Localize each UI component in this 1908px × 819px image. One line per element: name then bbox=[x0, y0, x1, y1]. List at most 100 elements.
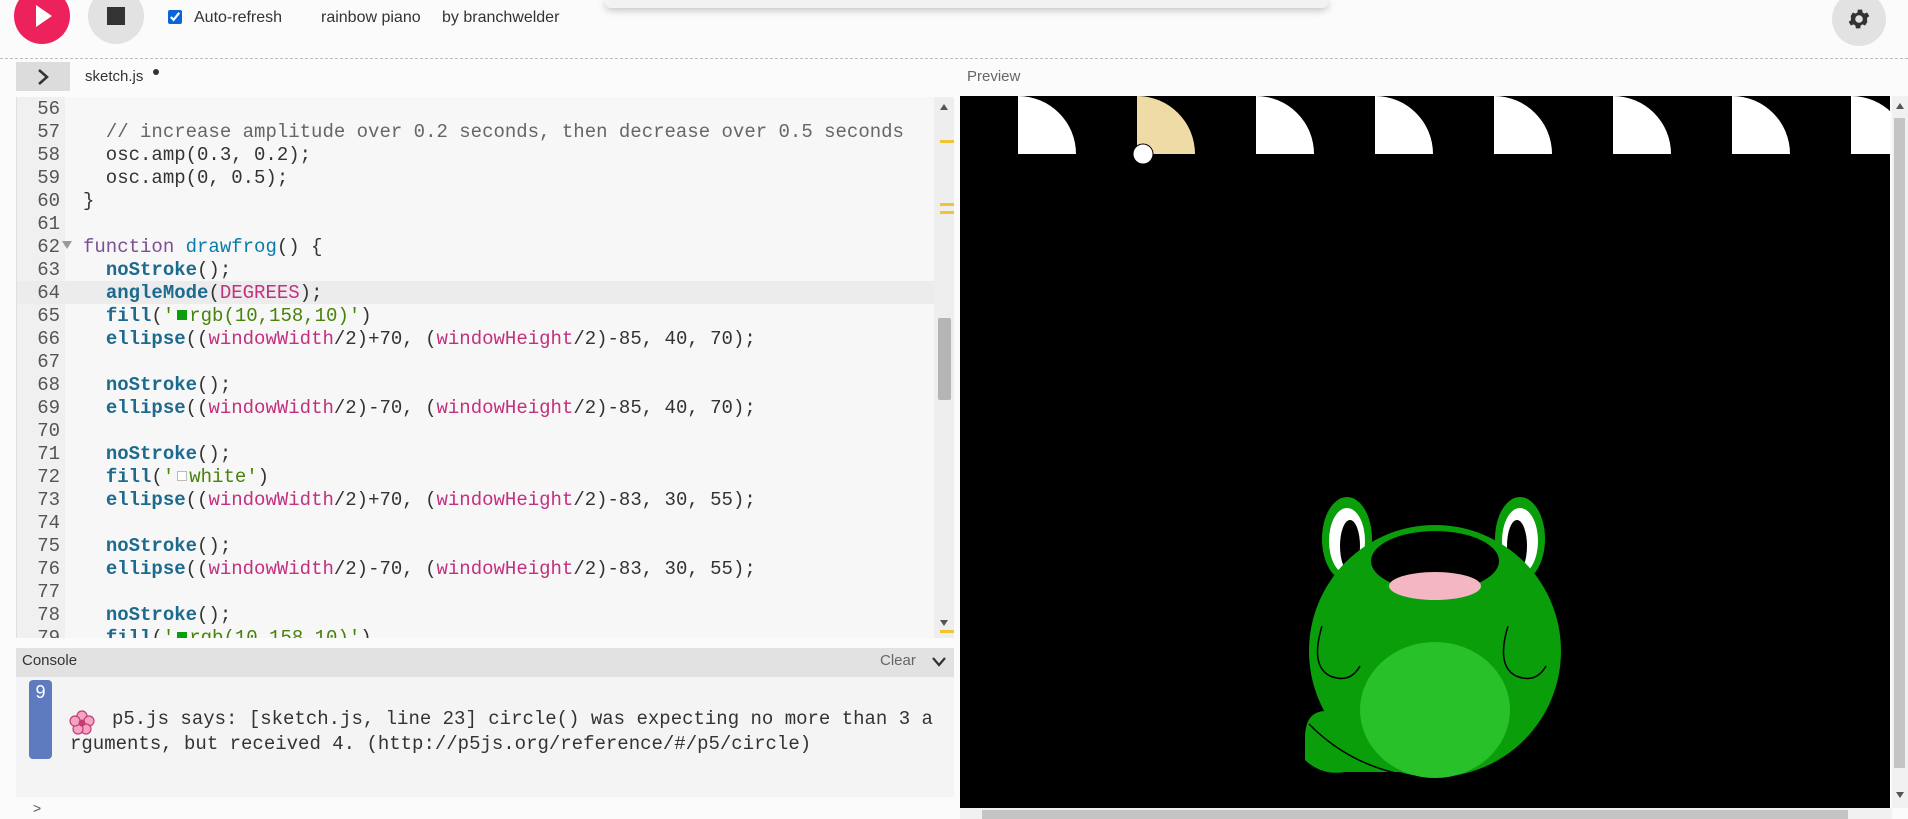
line-text[interactable]: noStroke(); bbox=[83, 374, 231, 397]
code-line[interactable]: 77 bbox=[17, 581, 935, 604]
piano-key[interactable] bbox=[1851, 96, 1890, 154]
preview-horizontal-scroll-thumb[interactable] bbox=[982, 810, 1848, 819]
console-header bbox=[16, 648, 954, 677]
code-line[interactable]: 56 bbox=[17, 98, 935, 121]
line-number: 66 bbox=[37, 328, 60, 350]
sidebar-toggle-button[interactable] bbox=[16, 62, 70, 91]
code-editor[interactable]: 56 57 // increase amplitude over 0.2 seco… bbox=[16, 97, 935, 638]
autorefresh-checkbox[interactable] bbox=[168, 10, 182, 24]
line-text[interactable]: ellipse((windowWidth/2)-70, (windowHeigh… bbox=[83, 558, 756, 581]
line-text[interactable]: noStroke(); bbox=[83, 604, 231, 627]
code-line[interactable]: 60} bbox=[17, 190, 935, 213]
code-line[interactable]: 73 ellipse((windowWidth/2)+70, (windowHe… bbox=[17, 489, 935, 512]
line-text[interactable]: noStroke(); bbox=[83, 535, 231, 558]
preview-vertical-scroll-thumb[interactable] bbox=[1894, 118, 1905, 768]
sketch-name[interactable]: rainbow piano bbox=[321, 9, 421, 27]
line-text[interactable]: ellipse((windowWidth/2)+70, (windowHeigh… bbox=[83, 328, 756, 351]
play-button[interactable] bbox=[14, 0, 70, 44]
toolbar bbox=[0, 0, 1908, 59]
line-number: 69 bbox=[37, 397, 60, 419]
preview-scroll-down-icon[interactable] bbox=[1896, 792, 1904, 798]
code-line[interactable]: 75 noStroke(); bbox=[17, 535, 935, 558]
line-number: 71 bbox=[37, 443, 60, 465]
line-text[interactable]: osc.amp(0, 0.5); bbox=[83, 167, 288, 190]
preview-canvas[interactable] bbox=[960, 96, 1890, 808]
console-input-prompt[interactable]: > bbox=[33, 800, 41, 816]
frog-belly bbox=[1360, 642, 1510, 778]
code-line[interactable]: 67 bbox=[17, 351, 935, 374]
code-line[interactable]: 70 bbox=[17, 420, 935, 443]
mouse-cursor-dot bbox=[1132, 143, 1154, 165]
line-text[interactable]: } bbox=[83, 190, 94, 213]
line-text[interactable]: fill(' rgb(10,158,10)') bbox=[83, 627, 372, 638]
console-title: Console bbox=[22, 652, 78, 669]
preview-scroll-up-icon[interactable] bbox=[1896, 103, 1904, 109]
line-number: 67 bbox=[37, 351, 60, 373]
line-text[interactable]: fill(' white') bbox=[83, 466, 269, 489]
piano-key[interactable] bbox=[1375, 96, 1433, 154]
sketch-author[interactable]: by branchwelder bbox=[442, 9, 559, 27]
code-line[interactable]: 69 ellipse((windowWidth/2)-70, (windowHe… bbox=[17, 397, 935, 420]
line-number: 58 bbox=[37, 144, 60, 166]
code-line[interactable]: 74 bbox=[17, 512, 935, 535]
unsaved-indicator bbox=[153, 69, 159, 75]
editor-scroll-thumb[interactable] bbox=[938, 318, 951, 400]
code-line[interactable]: 79 fill(' rgb(10,158,10)') bbox=[17, 627, 935, 638]
line-number: 74 bbox=[37, 512, 60, 534]
code-line[interactable]: 64 angleMode(DEGREES); bbox=[17, 282, 935, 305]
code-line[interactable]: 63 noStroke(); bbox=[17, 259, 935, 282]
line-text[interactable]: noStroke(); bbox=[83, 259, 231, 282]
piano-key[interactable] bbox=[1018, 96, 1076, 154]
line-number: 77 bbox=[37, 581, 60, 603]
piano-key[interactable] bbox=[1732, 96, 1790, 154]
piano-key[interactable] bbox=[1256, 96, 1314, 154]
console-message: p5.js says: [sketch.js, line 23] circle(… bbox=[70, 707, 940, 757]
line-number: 64 bbox=[37, 282, 60, 304]
chevron-down-icon[interactable] bbox=[931, 656, 947, 668]
line-text[interactable]: fill(' rgb(10,158,10)') bbox=[83, 305, 372, 328]
search-match-marker bbox=[940, 203, 954, 206]
scroll-up-icon[interactable] bbox=[940, 104, 948, 110]
code-line[interactable]: 68 noStroke(); bbox=[17, 374, 935, 397]
console-clear-button[interactable]: Clear bbox=[880, 652, 916, 669]
line-text[interactable]: angleMode(DEGREES); bbox=[83, 282, 323, 305]
search-match-marker bbox=[940, 140, 954, 143]
line-text[interactable]: // increase amplitude over 0.2 seconds, … bbox=[83, 121, 904, 144]
tab-sketch-js[interactable]: sketch.js bbox=[85, 68, 143, 85]
code-line[interactable]: 57 // increase amplitude over 0.2 second… bbox=[17, 121, 935, 144]
line-text[interactable]: ellipse((windowWidth/2)+70, (windowHeigh… bbox=[83, 489, 756, 512]
code-line[interactable]: 72 fill(' white') bbox=[17, 466, 935, 489]
code-line[interactable]: 76 ellipse((windowWidth/2)-70, (windowHe… bbox=[17, 558, 935, 581]
line-text[interactable]: function drawfrog() { bbox=[83, 236, 322, 259]
fold-toggle-icon[interactable] bbox=[62, 241, 72, 249]
line-number: 57 bbox=[37, 121, 60, 143]
code-line[interactable]: 78 noStroke(); bbox=[17, 604, 935, 627]
gear-icon bbox=[1848, 9, 1870, 29]
search-match-marker bbox=[940, 211, 954, 214]
scroll-down-icon[interactable] bbox=[940, 620, 948, 626]
chevron-right-icon bbox=[38, 69, 49, 85]
piano-key[interactable] bbox=[1613, 96, 1671, 154]
line-text[interactable]: osc.amp(0.3, 0.2); bbox=[83, 144, 311, 167]
line-text[interactable]: ellipse((windowWidth/2)-70, (windowHeigh… bbox=[83, 397, 756, 420]
line-number: 63 bbox=[37, 259, 60, 281]
line-number: 61 bbox=[37, 213, 60, 235]
line-text[interactable]: noStroke(); bbox=[83, 443, 231, 466]
play-icon bbox=[36, 5, 52, 27]
code-line[interactable]: 62 function drawfrog() { bbox=[17, 236, 935, 259]
code-line[interactable]: 59 osc.amp(0, 0.5); bbox=[17, 167, 935, 190]
line-number: 56 bbox=[37, 98, 60, 120]
code-line[interactable]: 66 ellipse((windowWidth/2)+70, (windowHe… bbox=[17, 328, 935, 351]
code-line[interactable]: 65 fill(' rgb(10,158,10)') bbox=[17, 305, 935, 328]
autorefresh-label[interactable]: Auto-refresh bbox=[194, 9, 282, 27]
code-line[interactable]: 58 osc.amp(0.3, 0.2); bbox=[17, 144, 935, 167]
line-number: 73 bbox=[37, 489, 60, 511]
code-line[interactable]: 61 bbox=[17, 213, 935, 236]
line-number: 59 bbox=[37, 167, 60, 189]
preview-label: Preview bbox=[967, 68, 1021, 85]
console-message-text: p5.js says: [sketch.js, line 23] circle(… bbox=[70, 708, 933, 755]
code-line[interactable]: 71 noStroke(); bbox=[17, 443, 935, 466]
notification-banner bbox=[605, 0, 1328, 8]
piano-key[interactable] bbox=[1494, 96, 1552, 154]
frog-tongue bbox=[1389, 572, 1481, 600]
